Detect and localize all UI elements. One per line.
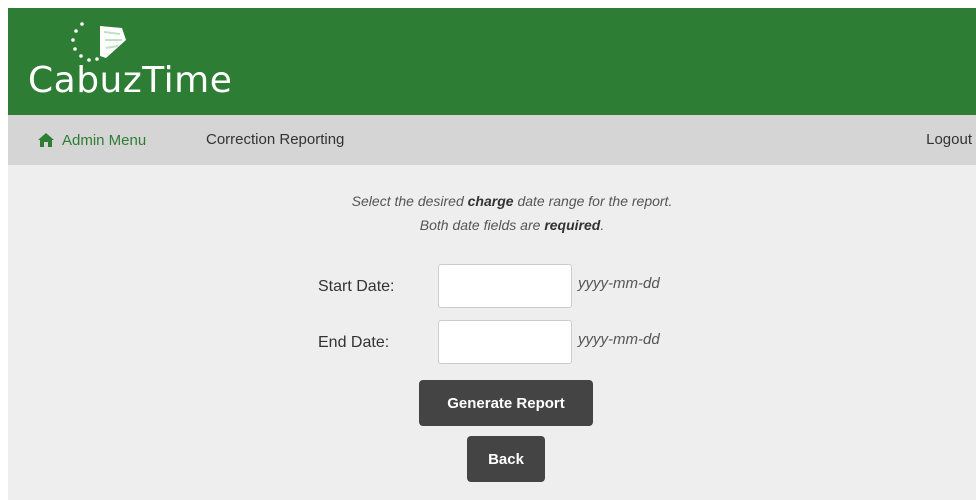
page-title: Correction Reporting bbox=[206, 131, 345, 148]
app-header: CabuzTime bbox=[8, 8, 976, 115]
instructions-line-1: Select the desired charge date range for… bbox=[351, 193, 673, 209]
admin-menu-label: Admin Menu bbox=[62, 131, 147, 149]
logout-link[interactable]: Logout bbox=[926, 115, 972, 165]
start-date-row: Start Date: yyyy-mm-dd bbox=[8, 264, 976, 310]
home-icon bbox=[38, 133, 54, 147]
end-date-format-hint: yyyy-mm-dd bbox=[578, 331, 660, 348]
start-date-label: Start Date: bbox=[318, 278, 395, 295]
generate-report-button[interactable]: Generate Report bbox=[419, 380, 593, 426]
instructions-line-2: Both date fields are required. bbox=[419, 217, 605, 233]
end-date-label: End Date: bbox=[318, 334, 390, 351]
instructions: Select the desired charge date range for… bbox=[8, 189, 976, 237]
start-date-input[interactable] bbox=[438, 264, 572, 308]
start-date-format-hint: yyyy-mm-dd bbox=[578, 275, 660, 292]
admin-menu-link[interactable]: Admin Menu bbox=[38, 115, 146, 165]
end-date-row: End Date: yyyy-mm-dd bbox=[8, 320, 976, 366]
back-button[interactable]: Back bbox=[467, 436, 545, 482]
app-frame: CabuzTime Admin Menu Correction Reportin… bbox=[8, 8, 976, 500]
nav-bar: Admin Menu Correction Reporting Logout bbox=[8, 115, 976, 165]
brand-name: CabuzTime bbox=[28, 60, 233, 101]
end-date-input[interactable] bbox=[438, 320, 572, 364]
